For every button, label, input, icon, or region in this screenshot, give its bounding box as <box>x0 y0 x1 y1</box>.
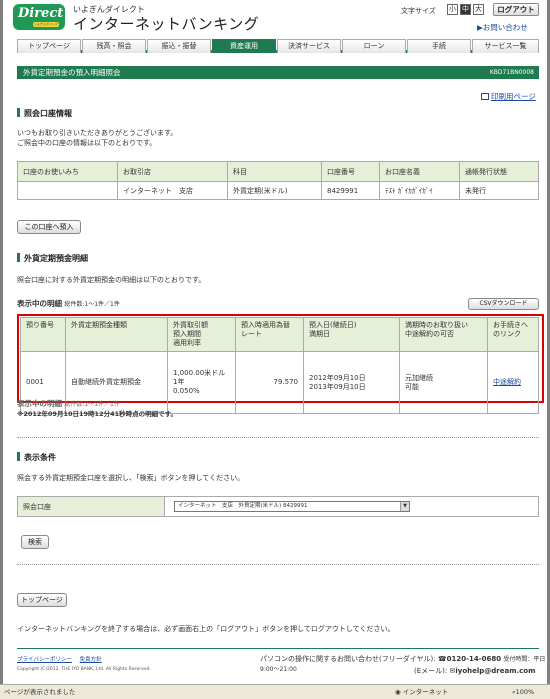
brand-title: インターネットバンキング <box>73 15 260 33</box>
print-page-link[interactable]: 印刷用ページ <box>481 91 536 102</box>
condition-section-heading: 表示条件 <box>17 452 56 463</box>
table-cell: インターネット 支店 <box>117 181 228 200</box>
font-size-small-button[interactable]: 小 <box>447 4 458 15</box>
browser-page: Direct いよぎんダイレクト いよぎんダイレクト インターネットバンキング … <box>3 0 547 684</box>
globe-icon: ◉ <box>395 688 401 696</box>
disclaimer-link[interactable]: 免責方針 <box>80 657 102 663</box>
nav-tab-balance[interactable]: 残高・照会 <box>82 39 146 53</box>
deposit-to-account-button[interactable]: この口座へ預入 <box>17 220 81 234</box>
deposit-fx-rate: 79.570 <box>235 351 304 414</box>
divider <box>17 564 539 565</box>
account-intro-1: いつもお取り引きいただきありがとうございます。 <box>17 129 178 137</box>
footer-divider <box>17 648 539 649</box>
contact-label: お問い合わせ <box>482 23 528 32</box>
font-size-label: 文字サイズ <box>401 7 436 15</box>
nav-tab-investment[interactable]: 資産運用 <box>212 39 276 53</box>
deposit-dates: 2012年09月10日 2013年09月10日 <box>303 351 400 414</box>
table-header: 満期時のお取り扱い 中途解約の可否 <box>399 317 488 352</box>
deposit-section-heading: 外貨定期預金明細 <box>17 253 88 264</box>
phone-number: 0120-14-0680 <box>446 655 502 663</box>
table-row: インターネット 支店 外貨定期(米ドル) 8429991 ﾃｽﾄ ｶﾞｲｶｶﾞｲ… <box>17 181 539 200</box>
early-cancel-link[interactable]: 中途解約 <box>493 378 521 386</box>
font-size-large-button[interactable]: 大 <box>473 4 484 15</box>
condition-intro: 照会する外貨定期預金口座を選択し、「検索」ボタンを押してください。 <box>17 474 245 482</box>
table-header: 外貨取引額 預入期間 適用利率 <box>167 317 236 352</box>
nav-tab-procedures[interactable]: 手続 <box>407 39 471 53</box>
table-header: お口座名義 <box>379 161 460 182</box>
table-header: 外貨定期預金種類 <box>65 317 168 352</box>
table-header: 口座のお使いみち <box>17 161 118 182</box>
search-button[interactable]: 検索 <box>21 535 49 549</box>
table-cell: ﾃｽﾄ ｶﾞｲｶｶﾞｲｶﾞｲ <box>379 181 460 200</box>
as-of-note: ※2012年09月10日19時12分41秒時点の明細です。 <box>17 410 177 418</box>
field-label: 照会口座 <box>18 497 165 516</box>
csv-download-button[interactable]: CSVダウンロード <box>468 298 539 310</box>
heading-marker <box>17 108 20 117</box>
table-header: お取引店 <box>117 161 228 182</box>
table-header: お手続きへ のリンク <box>487 317 539 352</box>
logout-button[interactable]: ログアウト <box>493 3 539 16</box>
phone-icon: ☎ <box>437 655 447 663</box>
table-cell <box>17 181 118 200</box>
privacy-link[interactable]: プライバシーポリシー <box>17 657 72 663</box>
page-title: 外貨定期預金の預入明細照会 <box>23 68 121 77</box>
copyright: Copyright (C)2012, THE IYO BANK, Ltd. Al… <box>17 667 151 672</box>
account-section-heading: 照会口座情報 <box>17 108 72 119</box>
account-table: 口座のお使いみち お取引店 科目 口座番号 お口座名義 通帳発行状態 インターネ… <box>17 161 539 200</box>
logo-text: Direct <box>18 6 64 21</box>
brand-logo[interactable]: Direct いよぎんダイレクト <box>13 4 65 31</box>
print-page-label: 印刷用ページ <box>491 92 536 101</box>
showing-count: 総件数:1～1件／1件 <box>64 301 120 308</box>
heading-marker <box>17 452 20 461</box>
table-header: 預入日(継続日) 満期日 <box>303 317 400 352</box>
support-label: パソコンの操作に関するお問い合わせ(フリーダイヤル): <box>260 655 436 663</box>
email-info: (Eメール): ✉iyohelp@dream.com <box>414 666 535 676</box>
account-intro-2: ご照会中の口座の情報は以下のとおりです。 <box>17 139 157 147</box>
deposit-intro: 照会口座に対する外貨定期預金の明細は以下のとおりです。 <box>17 276 206 284</box>
deposit-action-cell: 中途解約 <box>487 351 539 414</box>
table-header: 科目 <box>227 161 322 182</box>
nav-tab-loan[interactable]: ローン <box>342 39 406 53</box>
condition-form: 照会口座 インターネット 支店 外貨定期(米ドル) 8429991 ▼ <box>17 496 539 517</box>
font-size-medium-button[interactable]: 中 <box>460 4 471 15</box>
email-address: iyohelp@dream.com <box>455 667 536 675</box>
table-cell: 未発行 <box>459 181 539 200</box>
footer-links: プライバシーポリシー 免責方針 <box>17 655 102 663</box>
top-page-button[interactable]: トップページ <box>17 593 67 607</box>
print-icon <box>481 93 489 100</box>
zoom-control[interactable]: ⌕100% <box>512 685 534 699</box>
contact-link[interactable]: ▶お問い合わせ <box>477 22 528 33</box>
zone-info: ◉ インターネット <box>395 688 449 696</box>
main-nav: トップページ 残高・照会 振込・振替 資産運用 決済サービス ローン 手続 サー… <box>17 39 539 53</box>
showing-info: 表示中の明細 総件数:1～1件／1件 <box>17 298 120 309</box>
logo-sub: いよぎんダイレクト <box>33 22 59 31</box>
nav-tab-services[interactable]: サービス一覧 <box>472 39 539 53</box>
chevron-down-icon: ▼ <box>400 502 409 511</box>
table-header: 通帳発行状態 <box>459 161 539 182</box>
heading-marker <box>17 253 20 262</box>
status-text: ページが表示されました <box>4 688 76 696</box>
logout-notice: インターネットバンキングを終了する場合は、必ず画面右上の「ログアウト」ボタンを押… <box>17 625 395 633</box>
showing-label: 表示中の明細 <box>17 299 62 308</box>
table-header-row: 預り番号 外貨定期預金種類 外貨取引額 預入期間 適用利率 預入時適用為替 レート 預… <box>20 317 539 352</box>
table-header: 預り番号 <box>20 317 66 352</box>
nav-tab-top[interactable]: トップページ <box>17 39 81 53</box>
browser-status-bar: ページが表示されました ◉ インターネット ⌕100% <box>0 684 550 699</box>
table-header-row: 口座のお使いみち お取引店 科目 口座番号 お口座名義 通帳発行状態 <box>17 161 539 182</box>
nav-tab-payment[interactable]: 決済サービス <box>277 39 341 53</box>
table-cell: 8429991 <box>321 181 380 200</box>
account-select[interactable]: インターネット 支店 外貨定期(米ドル) 8429991 ▼ <box>174 501 410 512</box>
page-title-bar: 外貨定期預金の預入明細照会 KBD71BN0008 <box>17 66 539 79</box>
deposit-handling: 元加継続 可能 <box>399 351 488 414</box>
screen-code: KBD71BN0008 <box>489 69 534 76</box>
divider <box>17 437 539 438</box>
email-label: (Eメール): <box>414 667 448 675</box>
account-select-value: インターネット 支店 外貨定期(米ドル) 8429991 <box>178 503 308 509</box>
table-header: 口座番号 <box>321 161 380 182</box>
deposit-amount-term-rate: 1,000.00米ドル 1年 0.050% <box>167 351 236 414</box>
nav-tab-transfer[interactable]: 振込・振替 <box>147 39 211 53</box>
table-cell: 外貨定期(米ドル) <box>227 181 322 200</box>
table-header: 預入時適用為替 レート <box>235 317 304 352</box>
